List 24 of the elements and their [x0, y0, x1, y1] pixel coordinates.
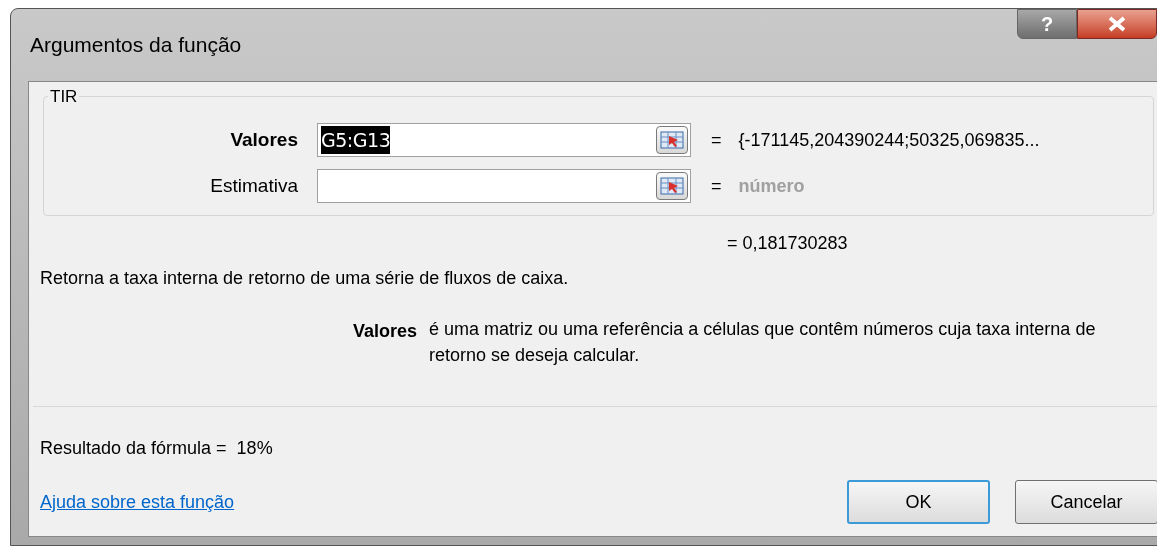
- dialog-button[interactable]: Cancelar: [1015, 480, 1157, 524]
- argument-field[interactable]: G5:G13: [317, 123, 691, 157]
- range-picker-icon: [660, 177, 684, 195]
- close-icon: [1108, 16, 1126, 32]
- argument-label: Estimativa: [209, 173, 298, 198]
- close-button[interactable]: [1077, 9, 1157, 39]
- argument-result: número: [738, 174, 805, 198]
- argument-description: é uma matriz ou uma referência a células que contêm números cuja taxa interna de retorno se deseja calcular.: [429, 318, 1097, 367]
- argument-name: Valores: [353, 320, 418, 343]
- argument-label: Valores: [229, 127, 298, 152]
- function-description: Retorna a taxa interna de retorno de uma série de fluxos de caixa.: [40, 267, 570, 290]
- range-picker-icon: [660, 131, 684, 149]
- formula-result: Resultado da fórmula = 18%: [40, 437, 274, 460]
- argument-result: {-171145,204390244;50325,069835...: [738, 128, 1040, 152]
- window-title: Argumentos da função: [30, 32, 242, 58]
- collapse-dialog-button[interactable]: [656, 172, 688, 200]
- help-link[interactable]: Ajuda sobre esta função: [40, 488, 235, 516]
- group-title: TIR: [48, 88, 80, 105]
- equals-sign: =: [711, 174, 722, 198]
- collapse-dialog-button[interactable]: [656, 126, 688, 154]
- equals-sign: =: [711, 128, 722, 152]
- formula-value: = 0,181730283: [727, 232, 849, 255]
- argument-field[interactable]: [317, 169, 691, 203]
- dialog-button[interactable]: OK: [847, 480, 990, 524]
